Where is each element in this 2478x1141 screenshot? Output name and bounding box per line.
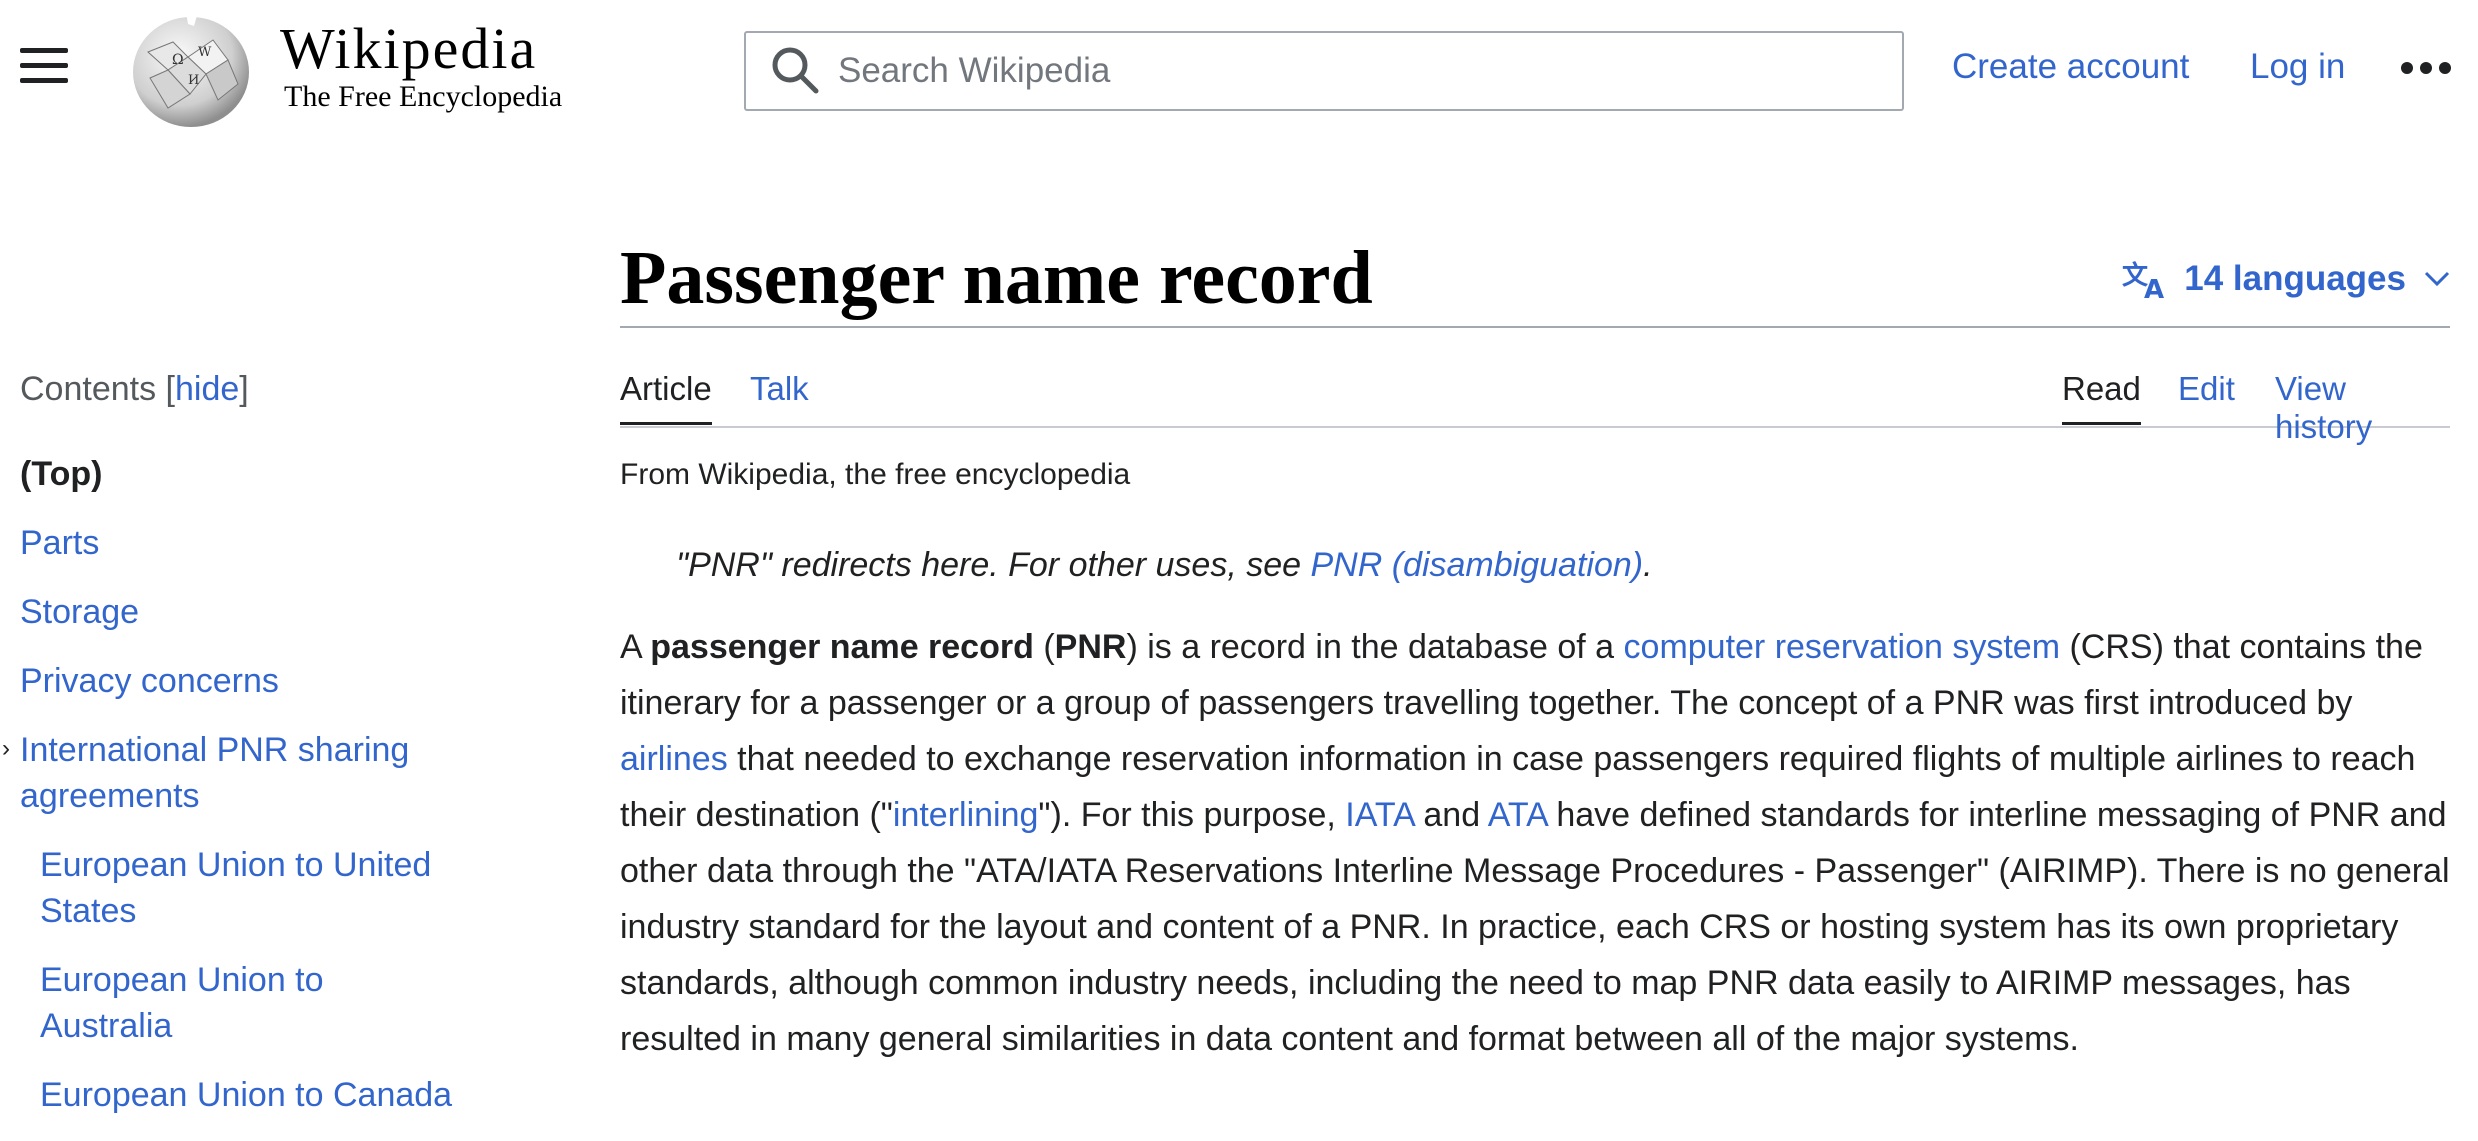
lead-paragraph: A passenger name record (PNR) is a recor… — [620, 619, 2450, 1067]
tab-view-history[interactable]: View history — [2275, 370, 2450, 460]
toc-item-eu-to-canada[interactable]: European Union to Canada — [20, 1072, 460, 1118]
search-input[interactable] — [838, 51, 1838, 91]
bold-term: PNR — [1054, 628, 1127, 666]
hamburger-line — [20, 63, 68, 68]
toc-item-privacy-concerns[interactable]: Privacy concerns — [20, 658, 460, 704]
log-in-link[interactable]: Log in — [2250, 47, 2345, 87]
hamburger-line — [20, 78, 68, 83]
wordmark-tagline: The Free Encyclopedia — [284, 80, 563, 113]
chevron-down-icon — [2424, 271, 2450, 287]
hatnote-disambiguation-link[interactable]: PNR (disambiguation) — [1311, 546, 1644, 584]
para-text: and — [1413, 796, 1488, 834]
tab-read[interactable]: Read — [2062, 370, 2141, 425]
article-main: Passenger name record 文 A 14 languages A… — [620, 230, 2450, 1067]
svg-text:И: И — [188, 73, 199, 88]
tab-talk[interactable]: Talk — [750, 370, 809, 422]
toc-item-international-pnr-sharing-agreements[interactable]: International PNR sharing agreements — [20, 727, 460, 819]
language-selector-button[interactable]: 文 A 14 languages — [2122, 258, 2450, 300]
language-count: 14 languages — [2184, 259, 2406, 298]
para-text: ) is a record in the database of a — [1126, 628, 1624, 666]
svg-text:Ω: Ω — [172, 52, 184, 68]
svg-text:W: W — [198, 45, 212, 60]
toc-hide-bracket-close: ] — [239, 370, 249, 408]
tab-edit[interactable]: Edit — [2178, 370, 2235, 422]
main-menu-button[interactable] — [20, 48, 68, 92]
page-tabs: Article Talk Read Edit View history — [620, 328, 2450, 445]
link-interlining[interactable]: interlining — [893, 796, 1039, 834]
create-account-link[interactable]: Create account — [1952, 47, 2189, 87]
bold-term: passenger name record — [650, 628, 1034, 666]
toc-heading-label: Contents — [20, 370, 157, 408]
table-of-contents: Contents [hide] (Top) Parts Storage Priv… — [2, 370, 460, 1141]
site-header: Ω W И Wikipedia The Free Encyclopedia Cr… — [0, 0, 2478, 140]
wikipedia-wordmark[interactable]: Wikipedia The Free Encyclopedia — [280, 18, 600, 114]
para-text: ( — [1033, 628, 1055, 666]
search-box[interactable] — [744, 31, 1904, 111]
link-computer-reservation-system[interactable]: computer reservation system — [1624, 628, 2061, 666]
toc-section-international: › International PNR sharing agreements — [2, 727, 460, 819]
para-text: have defined standards for interline mes… — [620, 796, 2450, 1058]
link-iata[interactable]: IATA — [1345, 796, 1414, 834]
link-ata[interactable]: ATA — [1488, 796, 1547, 834]
hatnote: "PNR" redirects here. For other uses, se… — [676, 546, 2450, 585]
toc-heading: Contents [hide] — [20, 370, 460, 409]
tab-article[interactable]: Article — [620, 370, 712, 425]
link-airlines[interactable]: airlines — [620, 740, 728, 778]
hatnote-text: "PNR" redirects here. For other uses, se… — [676, 546, 1311, 584]
search-icon — [772, 47, 819, 94]
hatnote-period: . — [1643, 546, 1653, 584]
wordmark-title: Wikipedia — [280, 16, 538, 81]
svg-text:A: A — [2144, 275, 2164, 300]
toc-item-eu-to-us[interactable]: European Union to United States — [20, 842, 460, 934]
toc-item-parts[interactable]: Parts — [20, 520, 460, 566]
toc-hide-link[interactable]: hide — [175, 370, 239, 408]
para-text: "). For this purpose, — [1038, 796, 1346, 834]
toc-hide-bracket-open: [ — [165, 370, 175, 408]
hamburger-line — [20, 48, 68, 53]
toc-item-eu-to-australia[interactable]: European Union to Australia — [20, 957, 460, 1049]
title-row: Passenger name record 文 A 14 languages — [620, 230, 2450, 328]
wikipedia-globe-logo[interactable]: Ω W И — [128, 12, 254, 128]
more-options-icon[interactable] — [2400, 60, 2452, 76]
para-text: A — [620, 628, 651, 666]
translate-icon: 文 A — [2122, 260, 2164, 300]
toc-toggle-icon[interactable]: › — [2, 735, 10, 763]
toc-item-storage[interactable]: Storage — [20, 589, 460, 635]
toc-item-top[interactable]: (Top) — [20, 451, 460, 497]
site-subtitle: From Wikipedia, the free encyclopedia — [620, 458, 1131, 491]
